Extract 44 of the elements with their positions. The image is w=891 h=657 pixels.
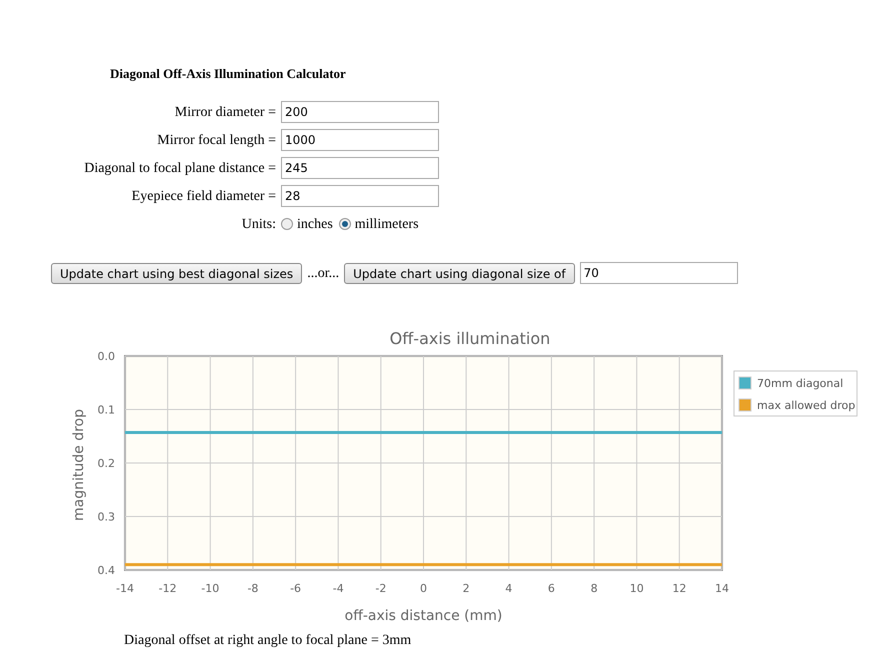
input-field[interactable]: 28 bbox=[281, 185, 439, 207]
x-tick-label: -12 bbox=[158, 582, 177, 595]
radio-button[interactable] bbox=[338, 218, 351, 230]
input-field[interactable]: 200 bbox=[281, 101, 439, 123]
legend-label: max allowed drop bbox=[757, 399, 856, 412]
x-axis-label: off-axis distance (mm) bbox=[344, 608, 502, 624]
x-tick-label: 4 bbox=[505, 582, 512, 595]
x-tick-label: 12 bbox=[672, 582, 686, 595]
y-tick-label: 0.0 bbox=[98, 350, 115, 363]
field-label: Eyepiece field diameter = bbox=[130, 188, 276, 206]
page-title: Diagonal Off-Axis Illumination Calculator bbox=[110, 66, 346, 81]
legend-label: 70mm diagonal bbox=[757, 377, 844, 390]
best-sizes-button[interactable]: Update chart using best diagonal sizes bbox=[51, 262, 302, 284]
chart-title: Off-axis illumination bbox=[390, 329, 550, 348]
x-tick-label: -4 bbox=[332, 582, 344, 595]
result-text: Diagonal offset at right angle to focal plane = 3mm bbox=[124, 632, 412, 650]
y-tick-label: 0.4 bbox=[98, 564, 115, 577]
field-label: Diagonal to focal plane distance = bbox=[83, 160, 276, 178]
input-field[interactable]: 245 bbox=[281, 157, 439, 179]
x-tick-label: 6 bbox=[548, 582, 555, 595]
y-tick-label: 0.1 bbox=[98, 404, 115, 416]
field-label: Mirror diameter = bbox=[174, 104, 276, 122]
diagonal-size-button[interactable]: Update chart using diagonal size of bbox=[344, 262, 575, 284]
x-tick-label: -6 bbox=[290, 582, 302, 595]
field-label: Mirror focal length = bbox=[156, 132, 276, 150]
y-tick-label: 0.2 bbox=[98, 457, 115, 470]
x-tick-label: 10 bbox=[630, 582, 644, 595]
x-tick-label: 14 bbox=[715, 582, 729, 595]
radio-button[interactable] bbox=[281, 218, 293, 230]
input-field[interactable]: 1000 bbox=[281, 129, 439, 151]
x-tick-label: -8 bbox=[247, 582, 258, 595]
x-tick-label: -10 bbox=[201, 582, 220, 595]
units-label: Units: bbox=[240, 216, 276, 234]
diagonal-size-field[interactable]: 70 bbox=[580, 262, 738, 284]
radio-label: millimeters bbox=[354, 216, 419, 234]
radio-label: inches bbox=[297, 216, 333, 234]
x-tick-label: -14 bbox=[116, 582, 134, 595]
y-tick-label: 0.3 bbox=[98, 510, 115, 524]
or-text: ...or... bbox=[307, 264, 340, 282]
x-tick-label: 8 bbox=[590, 582, 598, 595]
x-tick-label: 0 bbox=[420, 582, 427, 595]
x-tick-label: -2 bbox=[375, 582, 386, 595]
y-axis-label: magnitude drop bbox=[71, 409, 87, 521]
x-tick-label: 2 bbox=[462, 582, 470, 595]
